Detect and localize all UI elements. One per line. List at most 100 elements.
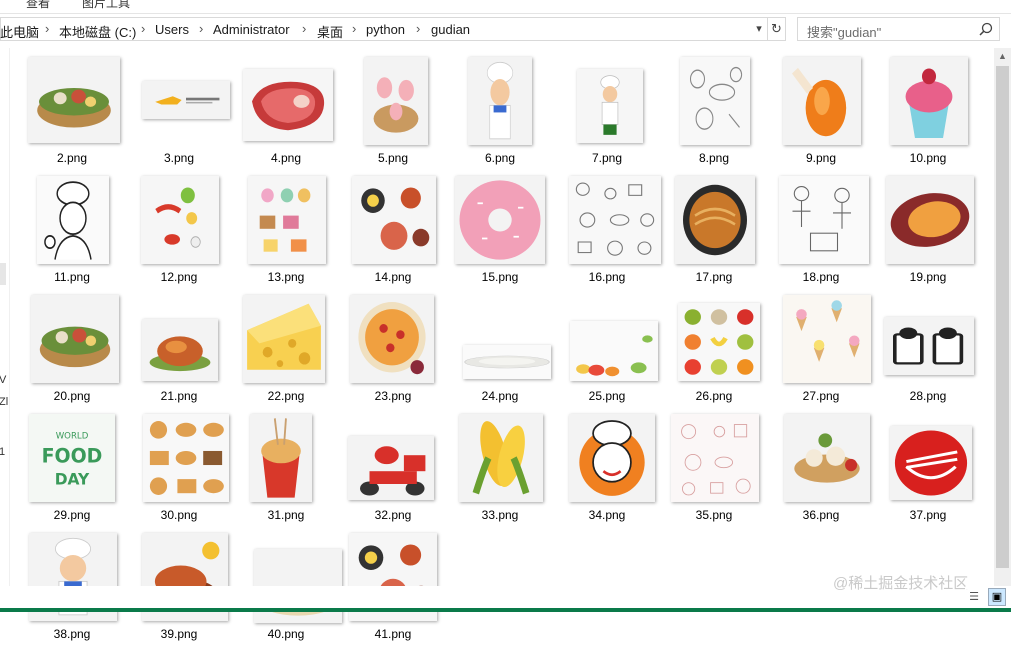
file-name-label: 2.png	[56, 151, 88, 165]
file-item[interactable]: 17.png	[664, 174, 764, 292]
file-name-label: 31.png	[267, 508, 305, 522]
breadcrumb-python[interactable]: python	[366, 22, 405, 37]
ribbon-tab-picture-tools[interactable]: 图片工具	[82, 0, 130, 11]
breadcrumb-gudian[interactable]: gudian	[431, 22, 470, 37]
file-item[interactable]: 22.png	[236, 293, 336, 411]
file-name-label: 40.png	[267, 627, 305, 641]
nav-fragment[interactable]: V	[0, 374, 6, 386]
search-placeholder: 搜索"gudian"	[807, 25, 882, 40]
file-name-label: 3.png	[163, 151, 195, 165]
scroll-up-icon[interactable]: ▲	[994, 48, 1011, 65]
file-name-label: 23.png	[374, 389, 412, 403]
large-icons-view-icon[interactable]: ▣	[988, 588, 1006, 606]
donut-icon	[455, 176, 545, 264]
file-item[interactable]: 32.png	[343, 412, 443, 530]
file-item[interactable]: 16.png	[557, 174, 661, 292]
file-name-label: 15.png	[481, 270, 519, 284]
line-pattern-icon	[671, 414, 759, 502]
file-item[interactable]: 33.png	[450, 412, 550, 530]
file-name-label: 35.png	[695, 508, 733, 522]
breadcrumb-administrator[interactable]: Administrator	[213, 22, 290, 37]
file-item[interactable]: 13.png	[236, 174, 336, 292]
breadcrumb-desktop[interactable]: 桌面	[317, 22, 343, 41]
file-item[interactable]: 14.png	[343, 174, 443, 292]
file-item[interactable]: 7.png	[557, 55, 657, 173]
search-icon[interactable]	[978, 21, 994, 37]
chevron-right-icon[interactable]: ›	[352, 21, 356, 36]
chevron-down-icon[interactable]: ▾	[750, 17, 768, 41]
file-name-label: 21.png	[160, 389, 198, 403]
scrollbar-thumb[interactable]	[996, 66, 1009, 568]
file-item[interactable]: 34.png	[557, 412, 657, 530]
file-name-label: 30.png	[160, 508, 198, 522]
ribbon-tab-view[interactable]: 查看	[26, 0, 50, 11]
file-item[interactable]: 31.png	[236, 412, 336, 530]
file-item[interactable]: 12.png	[129, 174, 229, 292]
file-item[interactable]: 18.png	[771, 174, 871, 292]
file-name-label: 39.png	[160, 627, 198, 641]
file-name-label: 27.png	[802, 389, 840, 403]
hotpot-icon	[31, 295, 119, 383]
refresh-icon[interactable]: ↻	[768, 17, 786, 41]
nav-fragment[interactable]: 1	[0, 446, 5, 458]
file-item[interactable]: 6.png	[450, 55, 550, 173]
file-item[interactable]: 25.png	[557, 293, 658, 411]
file-item[interactable]: 28.png	[878, 293, 978, 411]
vertical-scrollbar[interactable]: ▲	[994, 48, 1011, 586]
file-item[interactable]: 21.png	[129, 293, 229, 411]
breadcrumb-this-pc[interactable]: 此电脑	[0, 22, 39, 41]
svg-text:WORLD: WORLD	[56, 432, 89, 442]
file-item[interactable]: 20.png	[22, 293, 122, 411]
file-item[interactable]: 36.png	[771, 412, 871, 530]
file-item[interactable]: 23.png	[343, 293, 443, 411]
chevron-right-icon[interactable]: ›	[141, 21, 145, 36]
file-item[interactable]: WORLD FOOD DAY 29.png	[22, 412, 122, 530]
sweet-potato-icon	[886, 176, 974, 264]
file-item[interactable]: 5.png	[343, 55, 443, 173]
file-item[interactable]: 2.png	[22, 55, 122, 173]
chevron-right-icon[interactable]: ›	[416, 21, 420, 36]
delivery-rider-icon	[348, 436, 434, 500]
file-item[interactable]: 4.png	[236, 55, 336, 173]
address-bar[interactable]: 此电脑 › 本地磁盘 (C:) › Users › Administrator …	[0, 17, 768, 41]
file-item[interactable]: 24.png	[450, 293, 551, 411]
file-item[interactable]: 27.png	[771, 293, 871, 411]
file-item[interactable]: 8.png	[664, 55, 764, 173]
cheese-icon	[243, 295, 325, 383]
file-item[interactable]: 15.png	[450, 174, 550, 292]
file-item[interactable]: 26.png	[664, 293, 764, 411]
chevron-right-icon[interactable]: ›	[199, 21, 203, 36]
corn-icon	[459, 414, 543, 502]
nav-selected-item[interactable]	[0, 263, 6, 285]
file-item[interactable]: 30.png	[129, 412, 229, 530]
chevron-right-icon[interactable]: ›	[45, 21, 49, 36]
file-item[interactable]: 37.png	[878, 412, 978, 530]
breadcrumb-drive[interactable]: 本地磁盘 (C:)	[59, 22, 136, 41]
file-item[interactable]: 10.png	[878, 55, 978, 173]
file-name-label: 38.png	[53, 627, 91, 641]
file-name-label: 11.png	[54, 270, 90, 284]
file-item[interactable]: 35.png	[664, 412, 764, 530]
plate-icon	[463, 345, 551, 379]
chevron-right-icon[interactable]: ›	[302, 21, 306, 36]
dishes-icon	[352, 176, 436, 264]
file-name-label: 26.png	[695, 389, 733, 403]
file-name-label: 13.png	[267, 270, 305, 284]
breadcrumb-users[interactable]: Users	[155, 22, 189, 37]
svg-text:DAY: DAY	[55, 469, 90, 488]
navigation-pane[interactable]: V Zl 1	[0, 48, 10, 586]
search-input[interactable]: 搜索"gudian"	[797, 17, 1000, 41]
bread-grid-icon	[143, 414, 229, 502]
file-item[interactable]: 3.png	[129, 55, 230, 173]
noodle-logo-icon	[890, 426, 972, 500]
chef-badge-icon	[569, 414, 655, 502]
file-item[interactable]: 11.png	[22, 174, 122, 292]
file-item[interactable]: 19.png	[878, 174, 978, 292]
file-name-label: 32.png	[374, 508, 412, 522]
details-view-icon[interactable]: ☰	[965, 588, 983, 606]
file-item[interactable]: 9.png	[771, 55, 871, 173]
fruits-grid-icon	[678, 303, 760, 381]
delivery-logo-icon	[142, 81, 230, 119]
nav-fragment[interactable]: Zl	[0, 396, 8, 408]
file-name-label: 36.png	[802, 508, 840, 522]
